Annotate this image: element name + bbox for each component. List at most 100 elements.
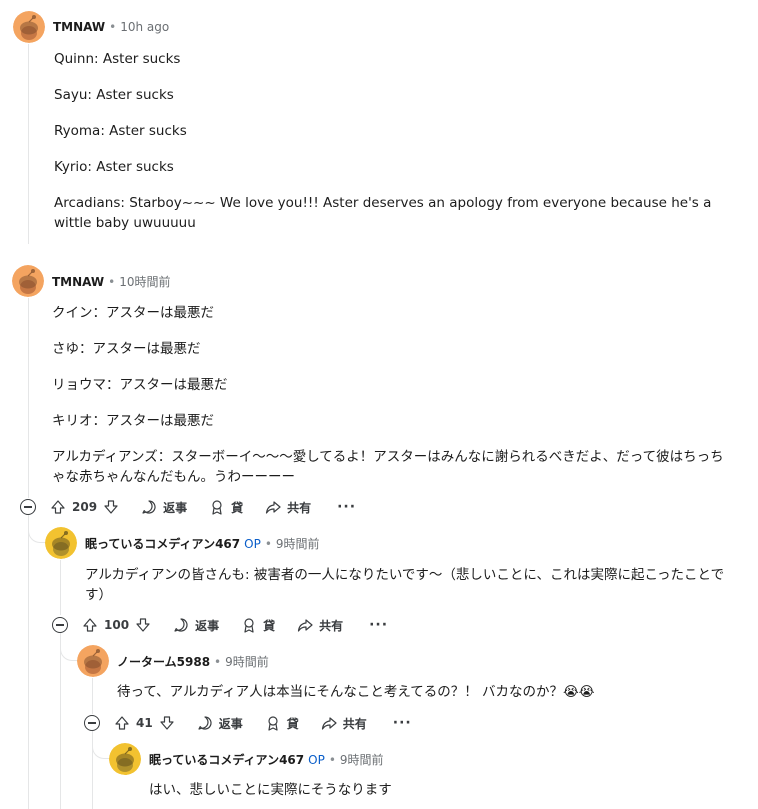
thread-elbow: [92, 731, 110, 759]
separator-dot: •: [214, 655, 222, 669]
avatar[interactable]: [109, 743, 141, 775]
comment-paragraph: アルカディアンの皆さんも: 被害者の一人になりたいです～（悲しいことに、これは実…: [85, 567, 725, 603]
award-button[interactable]: 貸: [209, 493, 243, 521]
share-icon: [297, 619, 313, 632]
comment-body: クイン：アスターは最悪だ さゆ：アスターは最悪だ リョウマ：アスターは最悪だ キ…: [52, 303, 732, 503]
award-icon: [212, 500, 222, 515]
reply-icon: [198, 716, 212, 730]
reply-label: 返事: [195, 618, 220, 633]
more-options-icon: ···: [392, 715, 412, 731]
comment-paragraph: クイン：アスターは最悪だ: [52, 305, 214, 321]
comment-paragraph: はい、悲しいことに実際にそうなります: [149, 782, 392, 798]
separator-dot: •: [264, 537, 272, 551]
upvote-icon[interactable]: [114, 715, 130, 731]
comment-meta: 眠っているコメディアン467 OP • 9時間前: [85, 536, 320, 552]
comment-time[interactable]: 9時間前: [340, 752, 384, 768]
avatar[interactable]: [77, 645, 109, 677]
thread-elbow: [60, 633, 78, 661]
op-badge: OP: [308, 753, 325, 767]
vote-count: 100: [104, 618, 130, 632]
comment-paragraph: Ryoma: Aster sucks: [54, 123, 187, 139]
reply-label: 返事: [218, 716, 243, 731]
avatar[interactable]: [13, 11, 45, 43]
comment-paragraph: Sayu: Aster sucks: [54, 87, 174, 103]
separator-dot: •: [108, 275, 116, 289]
snoo-avatar-icon: [77, 645, 109, 677]
reply-button[interactable]: 返事: [141, 493, 187, 521]
comment-body: 待って、アルカディア人は本当にそんなこと考えてるの？！ バカなのか？😭😭: [117, 682, 737, 702]
more-options-icon: ···: [369, 617, 389, 633]
collapse-thread-button[interactable]: [20, 499, 36, 515]
comment-paragraph: アルカディアンズ：スターボーイ〜〜〜愛してるよ！アスターはみんなに謝られるべきだ…: [52, 449, 724, 485]
downvote-icon[interactable]: [103, 499, 119, 515]
comment-actions: 41 返事 貸 共有 ···: [114, 709, 412, 737]
comment-meta: 眠っているコメディアン467 OP • 9時間前: [149, 752, 384, 768]
collapse-thread-button[interactable]: [52, 617, 68, 633]
comment-paragraph: Arcadians: Starboy~~~ We love you!!! Ast…: [54, 195, 712, 231]
comment-meta: ノーターム5988 • 9時間前: [117, 654, 269, 670]
comment-actions: 209 返事 貸 共有 ···: [50, 493, 356, 521]
comment-author[interactable]: TMNAW: [52, 274, 104, 290]
vote-group: 209: [50, 493, 119, 521]
award-label: 貸: [263, 618, 276, 633]
comment-author[interactable]: 眠っているコメディアン467: [149, 752, 304, 768]
avatar[interactable]: [12, 265, 44, 297]
award-label: 貸: [286, 716, 299, 731]
award-icon: [268, 716, 278, 731]
share-label: 共有: [287, 500, 312, 515]
snoo-avatar-icon: [12, 265, 44, 297]
vote-count: 41: [136, 716, 153, 730]
more-options-button[interactable]: ···: [369, 611, 388, 639]
comment-actions: 100 返事 貸 共有 ···: [82, 611, 388, 639]
comment-paragraph: Quinn: Aster sucks: [54, 51, 181, 67]
share-button[interactable]: 共有: [321, 709, 367, 737]
op-badge: OP: [244, 537, 261, 551]
share-icon: [265, 501, 281, 514]
thread-line: [92, 678, 93, 714]
avatar[interactable]: [45, 527, 77, 559]
downvote-icon[interactable]: [159, 715, 175, 731]
downvote-icon[interactable]: [135, 617, 151, 633]
upvote-icon[interactable]: [50, 499, 66, 515]
upvote-icon[interactable]: [82, 617, 98, 633]
comment-body: はい、悲しいことに実際にそうなります: [149, 780, 739, 800]
reply-icon: [174, 618, 188, 632]
award-label: 貸: [231, 500, 244, 515]
reply-button[interactable]: 返事: [197, 709, 243, 737]
award-button[interactable]: 貸: [241, 611, 275, 639]
thread-line: [60, 560, 61, 615]
comment-meta: TMNAW • 10h ago: [53, 19, 169, 35]
thread-line: [28, 44, 29, 244]
separator-dot: •: [109, 20, 117, 34]
comment-paragraph: キリオ：アスターは最悪だ: [52, 413, 214, 429]
award-button[interactable]: 貸: [265, 709, 299, 737]
share-button[interactable]: 共有: [265, 493, 311, 521]
share-icon: [321, 717, 337, 730]
share-button[interactable]: 共有: [297, 611, 343, 639]
more-options-button[interactable]: ···: [393, 709, 412, 737]
comment-paragraph: Kyrio: Aster sucks: [54, 159, 174, 175]
reply-button[interactable]: 返事: [173, 611, 219, 639]
comment-author[interactable]: TMNAW: [53, 19, 105, 35]
collapse-thread-button[interactable]: [84, 715, 100, 731]
reply-icon: [142, 500, 156, 514]
comment-author[interactable]: ノーターム5988: [117, 654, 210, 670]
comment-time[interactable]: 9時間前: [276, 536, 320, 552]
comment-time[interactable]: 10時間前: [119, 274, 170, 290]
more-options-icon: ···: [337, 499, 357, 515]
vote-group: 100: [82, 611, 151, 639]
comment-time[interactable]: 10h ago: [120, 19, 169, 35]
comment-author[interactable]: 眠っているコメディアン467: [85, 536, 240, 552]
thread-elbow: [28, 515, 46, 543]
comment-paragraph: リョウマ：アスターは最悪だ: [52, 377, 228, 393]
snoo-avatar-icon: [13, 11, 45, 43]
reply-label: 返事: [163, 500, 188, 515]
vote-count: 209: [72, 500, 98, 514]
vote-group: 41: [114, 709, 175, 737]
comment-time[interactable]: 9時間前: [225, 654, 269, 670]
comment-paragraph: さゆ：アスターは最悪だ: [52, 341, 201, 357]
comment-paragraph: 待って、アルカディア人は本当にそんなこと考えてるの？！ バカなのか？😭😭: [117, 684, 595, 700]
snoo-avatar-icon: [109, 743, 141, 775]
more-options-button[interactable]: ···: [337, 493, 356, 521]
share-label: 共有: [319, 618, 344, 633]
